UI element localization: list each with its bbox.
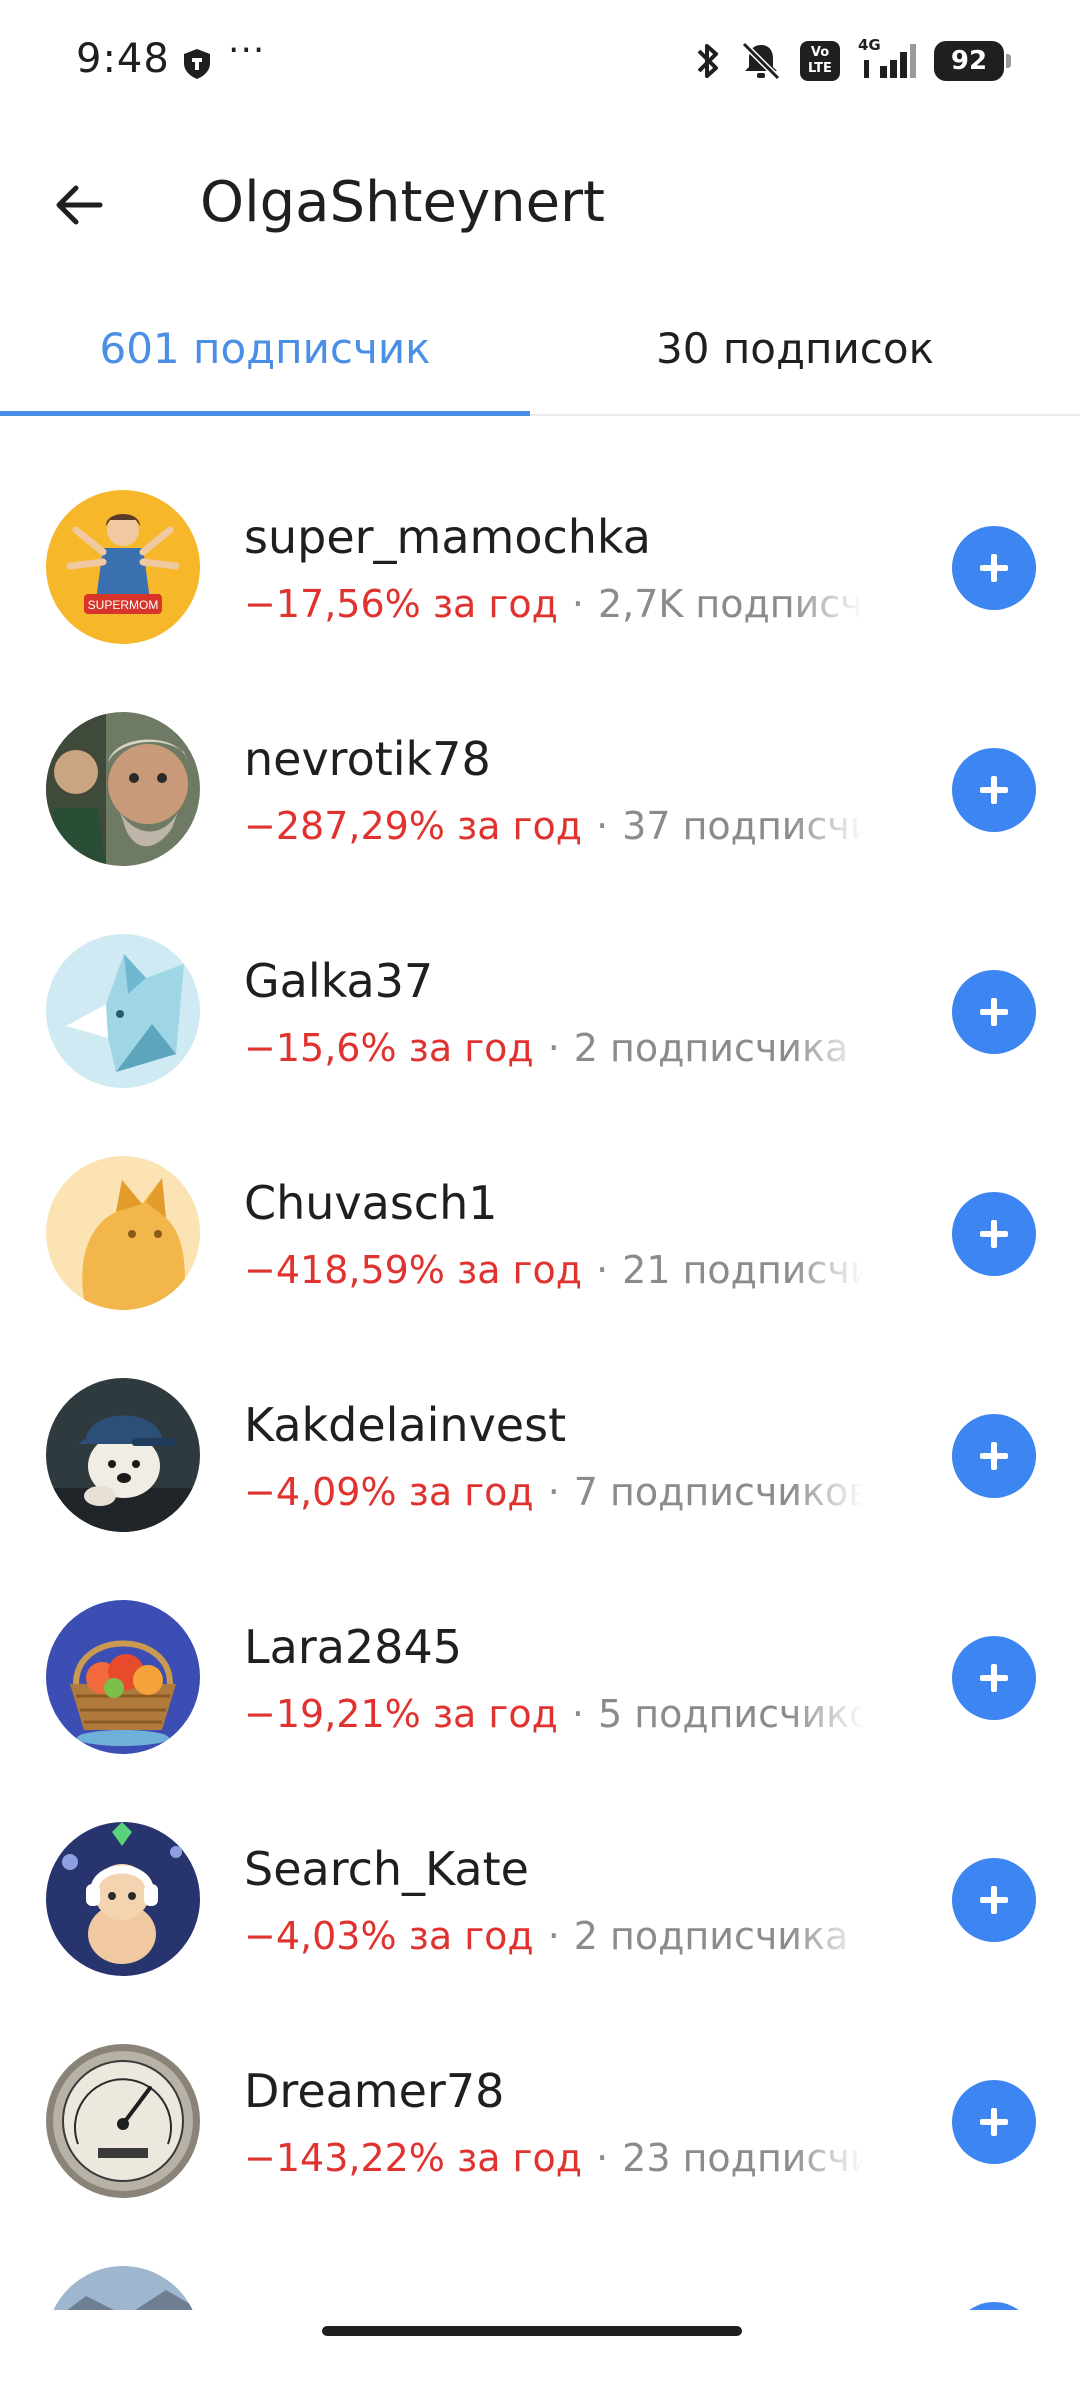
bluetooth-icon	[697, 44, 718, 78]
tab-followers[interactable]: 601 подписчик	[0, 324, 530, 373]
page-title: OlgaShteynert	[200, 170, 606, 235]
separator-dot: ·	[596, 1248, 609, 1292]
photo-avatar-icon	[46, 712, 200, 866]
avatar[interactable]	[46, 1822, 200, 1976]
volte-icon: Vo LTE	[800, 41, 840, 81]
username[interactable]: Galka37	[244, 954, 433, 1008]
plus-icon[interactable]	[952, 2302, 1036, 2310]
plus-icon[interactable]	[952, 1192, 1036, 1276]
signal-icon: 4G	[858, 36, 916, 82]
subscriber-count: 2 подписчика	[573, 1026, 849, 1070]
system-nav-bar	[0, 2310, 1080, 2392]
list-item[interactable]: Search_Kate −4,03% за год · 2 подписчика	[0, 1752, 1080, 1976]
user-meta: −4,09% за год · 7 подписчиков	[244, 1470, 864, 1514]
tab-bar: 601 подписчик 30 подписок	[0, 300, 1080, 416]
subscriber-count: 21 подписчик	[622, 1248, 864, 1292]
avatar[interactable]	[46, 1600, 200, 1754]
avatar[interactable]	[46, 1378, 200, 1532]
subscriber-count: 23 подписчика	[622, 2136, 864, 2180]
supermom-avatar-icon: SUPERMOM	[46, 490, 200, 644]
tab-following[interactable]: 30 подписок	[530, 324, 1060, 373]
tab-indicator	[0, 411, 530, 416]
battery-icon: 92	[934, 41, 1011, 81]
separator-dot: ·	[547, 1914, 560, 1958]
avatar[interactable]	[46, 934, 200, 1088]
user-meta: −15,6% за год · 2 подписчика	[244, 1026, 864, 1070]
app-bar: OlgaShteynert	[0, 140, 1080, 270]
list-item[interactable]: nevrotik78 −287,29% за год · 37 подписчико…	[0, 642, 1080, 866]
status-overflow: ···	[228, 30, 266, 71]
svg-text:SUPERMOM: SUPERMOM	[88, 598, 159, 612]
plus-icon[interactable]	[952, 1858, 1036, 1942]
username[interactable]: super_mamochka	[244, 510, 651, 564]
gesture-handle[interactable]	[322, 2326, 742, 2336]
yearly-change: −4,09% за год	[244, 1470, 534, 1514]
basket-avatar-icon	[46, 1600, 200, 1754]
list-item[interactable]: Kakdelainvest −4,09% за год · 7 подписчико…	[0, 1308, 1080, 1532]
plus-icon[interactable]	[952, 2080, 1036, 2164]
separator-dot: ·	[596, 2136, 609, 2180]
yearly-change: −19,21% за год	[244, 1692, 558, 1736]
separator-dot: ·	[547, 1470, 560, 1514]
username[interactable]: nevrotik78	[244, 732, 491, 786]
shield-icon	[184, 49, 210, 79]
avatar[interactable]	[46, 2266, 200, 2310]
landscape-avatar-icon	[46, 2266, 200, 2310]
subscriber-count: 2 подписчика	[573, 1914, 849, 1958]
separator-dot: ·	[571, 582, 584, 626]
username[interactable]: Lara2845	[244, 1620, 462, 1674]
plus-icon[interactable]	[952, 748, 1036, 832]
user-meta: −4,03% за год · 2 подписчика	[244, 1914, 864, 1958]
username[interactable]: Chuvasch1	[244, 1176, 498, 1230]
avatar[interactable]	[46, 2044, 200, 2198]
plus-icon[interactable]	[952, 1636, 1036, 1720]
yearly-change: −418,59% за год	[244, 1248, 583, 1292]
username[interactable]: Kakdelainvest	[244, 1398, 566, 1452]
yearly-change: −15,6% за год	[244, 1026, 534, 1070]
plus-icon[interactable]	[952, 1414, 1036, 1498]
followers-list: SUPERMOM super_mamochka −17,56% за год · 2…	[0, 420, 1080, 2310]
avatar[interactable]	[46, 712, 200, 866]
list-item[interactable]: Lara2845 −19,21% за год · 5 подписчиков	[0, 1530, 1080, 1754]
username[interactable]: Dreamer78	[244, 2064, 504, 2118]
kitten-avatar-icon	[46, 1822, 200, 1976]
subscriber-count: 5 подписчиков	[597, 1692, 864, 1736]
subscriber-count: 7 подписчиков	[573, 1470, 864, 1514]
avatar[interactable]: SUPERMOM	[46, 490, 200, 644]
avatar[interactable]	[46, 1156, 200, 1310]
separator-dot: ·	[547, 1026, 560, 1070]
user-meta: −19,21% за год · 5 подписчиков	[244, 1692, 864, 1736]
plus-icon[interactable]	[952, 526, 1036, 610]
status-bar: 9:48 ··· Vo LTE 4G 92	[0, 0, 1080, 120]
gauge-avatar-icon	[46, 2044, 200, 2198]
dog-avatar-icon	[46, 1378, 200, 1532]
status-time: 9:48	[76, 36, 170, 82]
list-item[interactable]: Chuvasch1 −418,59% за год · 21 подписчик	[0, 1086, 1080, 1310]
cat-avatar-icon	[46, 1156, 200, 1310]
bell-off-icon	[741, 41, 781, 81]
list-item[interactable]: Dreamer78 −143,22% за год · 23 подписчика	[0, 1974, 1080, 2198]
username[interactable]: Search_Kate	[244, 1842, 529, 1896]
subscriber-count: 37 подписчиков	[622, 804, 864, 848]
fox-avatar-icon	[46, 934, 200, 1088]
yearly-change: −143,22% за год	[244, 2136, 583, 2180]
list-item[interactable]	[0, 2196, 1080, 2310]
status-icons: Vo LTE 4G 92	[694, 36, 1011, 84]
separator-dot: ·	[596, 804, 609, 848]
yearly-change: −17,56% за год	[244, 582, 558, 626]
subscriber-count: 2,7K подписчиков	[597, 582, 864, 626]
list-item[interactable]: Galka37 −15,6% за год · 2 подписчика	[0, 864, 1080, 1088]
plus-icon[interactable]	[952, 970, 1036, 1054]
yearly-change: −4,03% за год	[244, 1914, 534, 1958]
list-item[interactable]: SUPERMOM super_mamochka −17,56% за год · 2…	[0, 420, 1080, 644]
arrow-left-icon[interactable]	[44, 170, 114, 240]
separator-dot: ·	[571, 1692, 584, 1736]
user-meta: −287,29% за год · 37 подписчиков	[244, 804, 864, 848]
user-meta: −418,59% за год · 21 подписчик	[244, 1248, 864, 1292]
user-meta: −143,22% за год · 23 подписчика	[244, 2136, 864, 2180]
user-meta: −17,56% за год · 2,7K подписчиков	[244, 582, 864, 626]
yearly-change: −287,29% за год	[244, 804, 583, 848]
